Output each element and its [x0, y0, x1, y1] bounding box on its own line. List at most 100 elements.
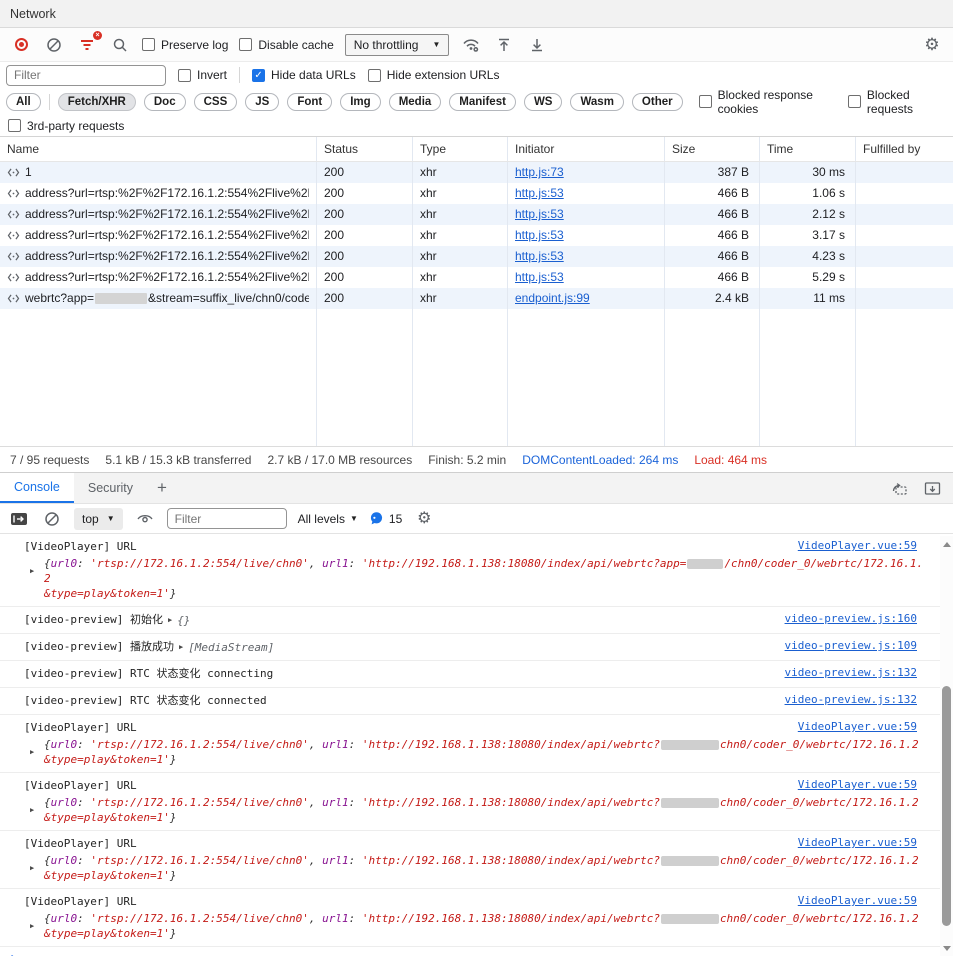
- table-row[interactable]: webrtc?app=&stream=suffix_live/chn0/code…: [0, 288, 953, 309]
- console-source-link[interactable]: VideoPlayer.vue:59: [798, 894, 917, 907]
- table-row[interactable]: address?url=rtsp:%2F%2F172.16.1.2:554%2F…: [0, 246, 953, 267]
- object-preview: {url0: 'rtsp://172.16.1.2:554/live/chn0'…: [44, 911, 919, 941]
- column-header-status[interactable]: Status: [317, 137, 413, 161]
- expand-drawer-icon[interactable]: [924, 481, 941, 496]
- initiator-link[interactable]: http.js:53: [515, 270, 564, 284]
- network-table-header: NameStatusTypeInitiatorSizeTimeFulfilled…: [0, 137, 953, 162]
- table-row[interactable]: 1200xhrhttp.js:73387 B30 ms: [0, 162, 953, 183]
- type-filter-pill[interactable]: Doc: [144, 93, 186, 111]
- hide-data-urls-checkbox[interactable]: Hide data URLs: [252, 68, 356, 82]
- type-filter-pill[interactable]: Wasm: [570, 93, 623, 111]
- throttling-select[interactable]: No throttling ▼: [345, 34, 450, 56]
- type-filter-pill[interactable]: All: [6, 93, 41, 111]
- export-har-button[interactable]: [526, 34, 548, 56]
- time-cell: 11 ms: [760, 288, 856, 309]
- column-header-size[interactable]: Size: [665, 137, 760, 161]
- type-filter-pill[interactable]: Media: [389, 93, 442, 111]
- console-settings-button[interactable]: ⚙: [413, 508, 435, 530]
- invert-checkbox[interactable]: Invert: [178, 68, 227, 82]
- expand-triangle-icon[interactable]: ▶: [30, 853, 44, 883]
- clear-icon: [44, 511, 60, 527]
- blocked-response-cookies-checkbox[interactable]: Blocked response cookies: [699, 88, 840, 116]
- console-source-link[interactable]: video-preview.js:160: [785, 612, 917, 625]
- initiator-link[interactable]: http.js:53: [515, 186, 564, 200]
- console-source-link[interactable]: VideoPlayer.vue:59: [798, 720, 917, 733]
- initiator-link[interactable]: http.js:53: [515, 249, 564, 263]
- expand-triangle-icon[interactable]: ▶: [30, 737, 44, 767]
- clear-network-button[interactable]: [43, 34, 65, 56]
- third-party-row: 3rd-party requests: [0, 115, 953, 137]
- type-cell: xhr: [413, 183, 508, 204]
- table-row[interactable]: address?url=rtsp:%2F%2F172.16.1.2:554%2F…: [0, 204, 953, 225]
- third-party-requests-checkbox[interactable]: 3rd-party requests: [8, 119, 124, 133]
- code-icon: [7, 292, 20, 305]
- drawer-tab-security[interactable]: Security: [74, 473, 147, 503]
- time-cell: 5.29 s: [760, 267, 856, 288]
- console-message-text: [video-preview] RTC 状态变化 connected: [24, 693, 267, 709]
- type-filter-pill[interactable]: JS: [245, 93, 279, 111]
- network-filter-input[interactable]: [6, 65, 166, 86]
- initiator-link[interactable]: http.js:53: [515, 207, 564, 221]
- expand-triangle-icon[interactable]: ▶: [30, 556, 44, 601]
- console-filter-input[interactable]: [167, 508, 287, 529]
- type-filter-pill[interactable]: CSS: [194, 93, 238, 111]
- drawer-tab-console[interactable]: Console: [0, 473, 74, 503]
- column-header-time[interactable]: Time: [760, 137, 856, 161]
- expand-triangle-icon[interactable]: ▶: [30, 795, 44, 825]
- scroll-up-arrow-icon[interactable]: [940, 538, 953, 550]
- initiator-link[interactable]: endpoint.js:99: [515, 291, 590, 305]
- network-conditions-button[interactable]: [460, 34, 482, 56]
- expand-triangle-icon[interactable]: ▶: [179, 640, 183, 654]
- blocked-requests-checkbox[interactable]: Blocked requests: [848, 88, 947, 116]
- console-source-link[interactable]: video-preview.js:132: [785, 666, 917, 679]
- type-filter-pill[interactable]: Other: [632, 93, 683, 111]
- console-scrollbar[interactable]: [940, 536, 953, 956]
- initiator-cell: http.js:53: [508, 267, 665, 288]
- console-source-link[interactable]: VideoPlayer.vue:59: [798, 836, 917, 849]
- filter-toggle-button[interactable]: ×: [76, 34, 98, 56]
- type-filter-pill[interactable]: WS: [524, 93, 563, 111]
- initiator-link[interactable]: http.js:73: [515, 165, 564, 179]
- console-sidebar-toggle[interactable]: [8, 508, 30, 530]
- type-filter-pill[interactable]: Font: [287, 93, 332, 111]
- clear-console-button[interactable]: [41, 508, 63, 530]
- disable-cache-checkbox[interactable]: Disable cache: [239, 38, 333, 52]
- console-message: [video-preview] 播放成功 ▶[MediaStream]video…: [0, 634, 953, 661]
- column-header-fulfilled-by[interactable]: Fulfilled by: [856, 137, 953, 161]
- add-drawer-tab-button[interactable]: +: [147, 473, 177, 503]
- preserve-log-checkbox[interactable]: Preserve log: [142, 38, 228, 52]
- scroll-down-arrow-icon[interactable]: [940, 942, 953, 954]
- table-row[interactable]: address?url=rtsp:%2F%2F172.16.1.2:554%2F…: [0, 267, 953, 288]
- blocked-response-cookies-label: Blocked response cookies: [718, 88, 840, 116]
- column-header-name[interactable]: Name: [0, 137, 317, 161]
- table-row[interactable]: address?url=rtsp:%2F%2F172.16.1.2:554%2F…: [0, 225, 953, 246]
- size-cell: 466 B: [665, 246, 760, 267]
- log-levels-select[interactable]: All levels ▼: [298, 512, 358, 526]
- network-settings-button[interactable]: ⚙: [921, 34, 943, 56]
- console-prompt[interactable]: [0, 947, 953, 956]
- column-header-initiator[interactable]: Initiator: [508, 137, 665, 161]
- console-source-link[interactable]: video-preview.js:132: [785, 693, 917, 706]
- import-har-button[interactable]: [493, 34, 515, 56]
- record-button[interactable]: [10, 34, 32, 56]
- hide-extension-urls-checkbox[interactable]: Hide extension URLs: [368, 68, 500, 82]
- type-filter-pill[interactable]: Fetch/XHR: [58, 93, 136, 111]
- console-messages-badge[interactable]: 15: [369, 511, 402, 526]
- column-header-type[interactable]: Type: [413, 137, 508, 161]
- table-row[interactable]: address?url=rtsp:%2F%2F172.16.1.2:554%2F…: [0, 183, 953, 204]
- initiator-link[interactable]: http.js:53: [515, 228, 564, 242]
- console-source-link[interactable]: VideoPlayer.vue:59: [798, 539, 917, 552]
- search-button[interactable]: [109, 34, 131, 56]
- type-filter-pill[interactable]: Img: [340, 93, 380, 111]
- create-live-expression-button[interactable]: [134, 508, 156, 530]
- console-source-link[interactable]: video-preview.js:109: [785, 639, 917, 652]
- execution-context-select[interactable]: top ▼: [74, 508, 123, 530]
- expand-triangle-icon[interactable]: ▶: [168, 613, 172, 627]
- type-filter-pill[interactable]: Manifest: [449, 93, 516, 111]
- checkbox: [239, 38, 252, 51]
- code-icon: [7, 166, 20, 179]
- scrollbar-thumb[interactable]: [942, 686, 951, 926]
- drawer-refresh-icon[interactable]: [891, 481, 908, 496]
- expand-triangle-icon[interactable]: ▶: [30, 911, 44, 941]
- console-source-link[interactable]: VideoPlayer.vue:59: [798, 778, 917, 791]
